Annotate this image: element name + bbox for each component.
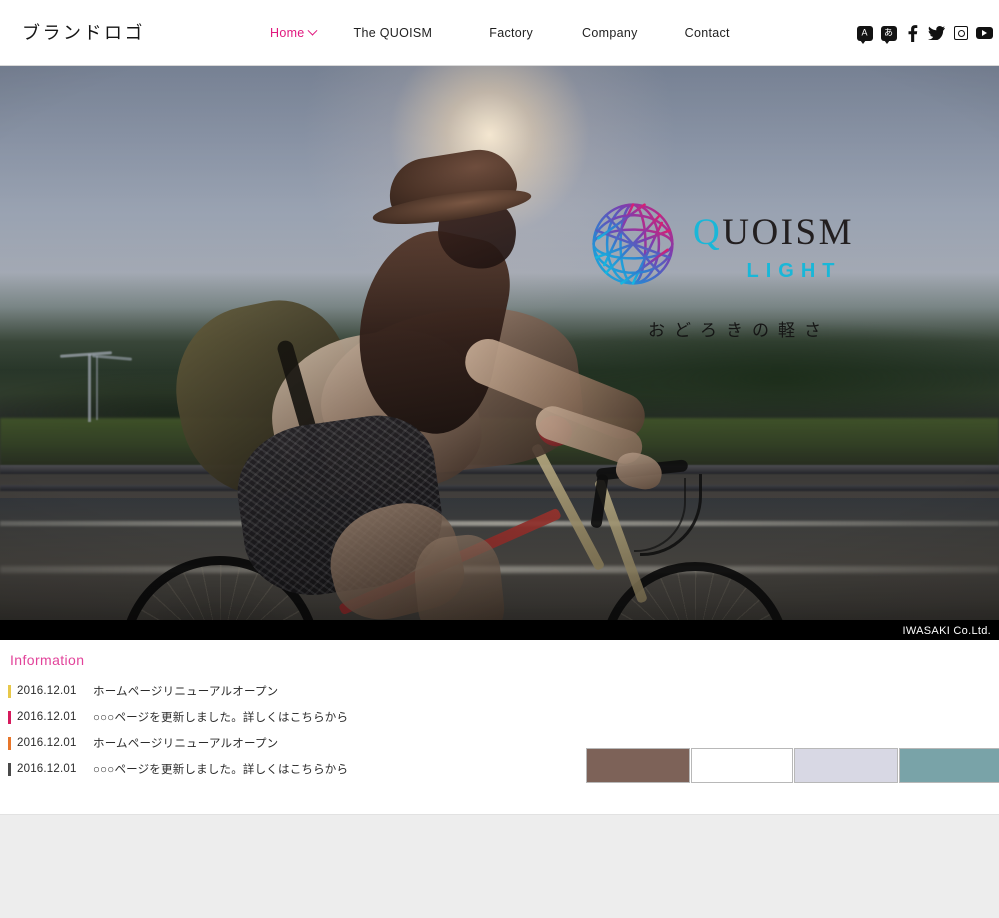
hero-guardrail bbox=[0, 465, 999, 474]
swatch-teal[interactable] bbox=[899, 748, 999, 783]
nav-item-contact-label: Contact bbox=[684, 26, 730, 40]
language-ja-icon[interactable]: あ bbox=[880, 25, 897, 44]
news-item-text: ホームページリニューアルオープン bbox=[93, 686, 279, 698]
streetlamp-pole-second bbox=[96, 356, 98, 420]
information-section: Information 2016.12.01 ホームページリニューアルオープン … bbox=[0, 640, 999, 814]
social-links: A あ bbox=[856, 0, 993, 66]
hero-guardrail-lower bbox=[0, 485, 999, 491]
nav-item-contact[interactable]: Contact bbox=[685, 26, 730, 40]
nav-item-factory-label: Factory bbox=[489, 26, 534, 40]
swatch-brown[interactable] bbox=[586, 748, 690, 783]
quoism-wordmark: QUOISM LIGHT bbox=[693, 214, 883, 283]
quoism-tagline: おどろきの軽さ bbox=[648, 321, 830, 340]
news-item[interactable]: 2016.12.01 ○○○ページを更新しました。詳しくはこちらから bbox=[8, 704, 999, 730]
site-footer bbox=[0, 814, 999, 918]
page-root: ブランドロゴ Home The QUOISM Factory Company C… bbox=[0, 0, 999, 918]
nav-item-company-label: Company bbox=[582, 26, 638, 40]
quoism-q-letter: Q bbox=[693, 212, 723, 253]
main-navigation: Home The QUOISM Factory Company Contact bbox=[270, 0, 730, 66]
road-line-upper bbox=[0, 521, 999, 526]
news-item-bar bbox=[8, 762, 11, 776]
nav-item-home[interactable]: Home bbox=[270, 25, 317, 40]
news-item-date: 2016.12.01 bbox=[17, 737, 77, 749]
nav-item-the-quoism[interactable]: The QUOISM bbox=[354, 26, 433, 40]
news-item-bar bbox=[8, 684, 11, 698]
news-item-bar bbox=[8, 710, 11, 724]
youtube-icon[interactable] bbox=[976, 25, 993, 42]
hero-banner: QUOISM LIGHT おどろきの軽さ IWASAKI Co.Ltd. bbox=[0, 66, 999, 640]
instagram-icon[interactable] bbox=[952, 25, 969, 42]
news-item-date: 2016.12.01 bbox=[17, 711, 77, 723]
language-en-glyph: A bbox=[861, 27, 868, 37]
quoism-brand-rest: UOISM bbox=[722, 212, 854, 253]
twitter-icon[interactable] bbox=[928, 25, 945, 42]
news-item-text: ○○○ページを更新しました。詳しくはこちらから bbox=[93, 764, 349, 776]
swatch-lavender[interactable] bbox=[794, 748, 898, 783]
quoism-brand-text: QUOISM bbox=[693, 214, 883, 251]
nav-item-factory[interactable]: Factory bbox=[489, 26, 533, 40]
news-item-text: ホームページリニューアルオープン bbox=[93, 738, 279, 750]
news-item-date: 2016.12.01 bbox=[17, 685, 77, 697]
nav-item-company[interactable]: Company bbox=[582, 26, 638, 40]
hero-credit-text: IWASAKI Co.Ltd. bbox=[902, 625, 991, 637]
color-swatch-row bbox=[586, 748, 999, 783]
news-item-text: ○○○ページを更新しました。詳しくはこちらから bbox=[93, 712, 349, 724]
swatch-white[interactable] bbox=[691, 748, 793, 783]
nav-item-home-label: Home bbox=[270, 26, 305, 40]
brand-logo[interactable]: ブランドロゴ bbox=[22, 19, 145, 45]
hero-credit-bar: IWASAKI Co.Ltd. bbox=[0, 620, 999, 640]
language-en-icon[interactable]: A bbox=[856, 25, 873, 44]
quoism-light-text: LIGHT bbox=[746, 260, 842, 282]
nav-item-the-quoism-label: The QUOISM bbox=[353, 26, 433, 40]
quoism-logo-block: QUOISM LIGHT おどろきの軽さ bbox=[585, 192, 885, 362]
information-title: Information bbox=[10, 652, 85, 668]
news-item-bar bbox=[8, 736, 11, 750]
news-item[interactable]: 2016.12.01 ホームページリニューアルオープン bbox=[8, 678, 999, 704]
news-item-date: 2016.12.01 bbox=[17, 763, 77, 775]
chevron-down-icon bbox=[307, 25, 317, 36]
streetlamp-pole bbox=[88, 354, 91, 422]
quoism-globe-icon bbox=[592, 203, 674, 285]
language-ja-glyph: あ bbox=[883, 27, 893, 37]
site-header: ブランドロゴ Home The QUOISM Factory Company C… bbox=[0, 0, 999, 66]
facebook-icon[interactable] bbox=[904, 24, 921, 42]
